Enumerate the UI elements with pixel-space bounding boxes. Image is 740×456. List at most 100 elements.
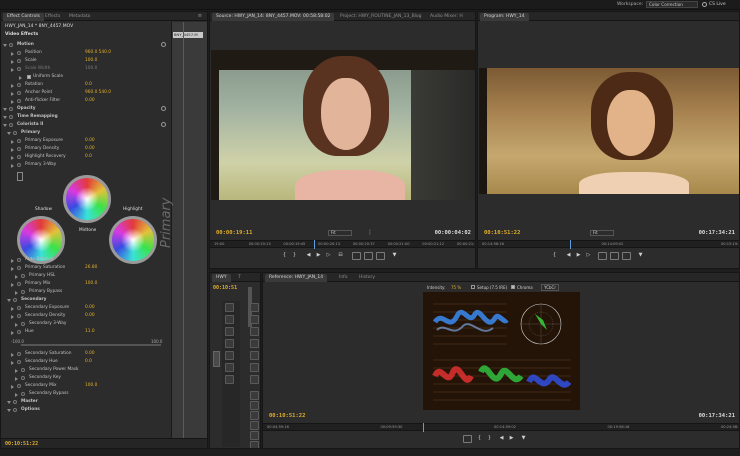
reference-step-forward-icon[interactable]: ▶: [507, 434, 516, 443]
disclosure-triangle-icon[interactable]: [11, 164, 14, 168]
tool-button[interactable]: [250, 411, 259, 420]
effect-row[interactable]: Motion: [1, 41, 169, 49]
tool-button[interactable]: [250, 363, 259, 372]
stopwatch-icon[interactable]: [17, 360, 21, 364]
ycbcr-dropdown[interactable]: YCbCr: [541, 284, 559, 291]
disclosure-triangle-icon[interactable]: [11, 84, 14, 88]
stopwatch-icon[interactable]: [17, 384, 21, 388]
stopwatch-icon[interactable]: [13, 400, 17, 404]
disclosure-triangle-icon[interactable]: [15, 377, 18, 381]
effect-row[interactable]: Master: [1, 398, 169, 406]
effect-row[interactable]: Anti-flicker Filter 0.00: [1, 97, 169, 105]
disclosure-triangle-icon[interactable]: [15, 369, 18, 373]
program-timecode-left[interactable]: 00:10:51:22: [484, 230, 520, 236]
insert-icon[interactable]: [352, 252, 361, 260]
disclosure-triangle-icon[interactable]: [15, 393, 18, 397]
reference-timecode-left[interactable]: 00:10:51:22: [269, 413, 305, 419]
stopwatch-icon[interactable]: [17, 59, 21, 63]
source-timecode-left[interactable]: 00:00:19:11: [216, 230, 252, 236]
effect-row[interactable]: Highlight Recovery 0.0: [1, 153, 169, 161]
stopwatch-icon[interactable]: [21, 376, 25, 380]
stopwatch-icon[interactable]: [17, 314, 21, 318]
selection-tool[interactable]: [213, 351, 220, 367]
primary-3way-icon[interactable]: [17, 172, 23, 181]
tab-t[interactable]: T: [234, 274, 245, 282]
tab-program[interactable]: Program: HWY_14: [480, 13, 529, 21]
disclosure-triangle-icon[interactable]: [11, 68, 14, 72]
disclosure-triangle-icon[interactable]: [11, 315, 14, 319]
disclosure-triangle-icon[interactable]: [11, 353, 14, 357]
effect-row-value[interactable]: 960.0 540.0: [85, 49, 111, 57]
step-back-icon[interactable]: ◀: [304, 251, 313, 260]
tool-button[interactable]: [250, 441, 259, 448]
source-playhead[interactable]: [314, 240, 315, 249]
effect-row-value[interactable]: 960.0 540.0: [85, 89, 111, 97]
shuttle-icon[interactable]: ⊟: [336, 251, 345, 260]
effect-row-value[interactable]: 100.0: [85, 280, 97, 288]
stopwatch-icon[interactable]: [17, 155, 21, 159]
tool-button[interactable]: [225, 315, 234, 324]
effect-row[interactable]: Secondary Power Mask: [1, 366, 169, 374]
effect-row[interactable]: Secondary: [1, 296, 169, 304]
stopwatch-icon[interactable]: [17, 282, 21, 286]
effect-row[interactable]: Primary: [1, 129, 169, 137]
stopwatch-icon[interactable]: [21, 322, 25, 326]
tool-button[interactable]: [225, 303, 234, 312]
tool-button[interactable]: [250, 303, 259, 312]
stopwatch-icon[interactable]: [17, 258, 21, 262]
stopwatch-icon[interactable]: [17, 51, 21, 55]
disclosure-triangle-icon[interactable]: [11, 307, 14, 311]
disclosure-triangle-icon[interactable]: [11, 140, 14, 144]
stopwatch-icon[interactable]: [17, 330, 21, 334]
source-time-ruler[interactable]: 19:00 00:00:19:13 00:00:19:45 00:00:20:13 00…: [210, 240, 475, 248]
tool-button[interactable]: [225, 327, 234, 336]
stopwatch-icon[interactable]: [17, 67, 21, 71]
mini-playhead[interactable]: [183, 22, 184, 448]
tool-button[interactable]: [250, 327, 259, 336]
disclosure-triangle-icon[interactable]: [11, 156, 14, 160]
stopwatch-icon[interactable]: [21, 290, 25, 294]
tool-button[interactable]: [250, 391, 259, 400]
cs-live-label[interactable]: CS Live: [709, 2, 726, 7]
disclosure-triangle-icon[interactable]: [11, 60, 14, 64]
tool-button[interactable]: [225, 363, 234, 372]
effect-row[interactable]: Secondary Exposure 0.00: [1, 304, 169, 312]
disclosure-triangle-icon[interactable]: [7, 132, 11, 135]
chroma-checkbox[interactable]: [511, 285, 515, 289]
effect-row[interactable]: Hue 11.0: [1, 328, 169, 336]
stopwatch-icon[interactable]: [17, 147, 21, 151]
disclosure-triangle-icon[interactable]: [11, 92, 14, 96]
tool-button[interactable]: [250, 401, 259, 410]
stopwatch-icon[interactable]: [17, 139, 21, 143]
reference-mark-out-icon[interactable]: }: [485, 434, 494, 443]
overwrite-icon[interactable]: [364, 252, 373, 260]
effect-row[interactable]: Primary Density 0.00: [1, 145, 169, 153]
effect-row[interactable]: Secondary Density 0.00: [1, 312, 169, 320]
stopwatch-icon[interactable]: [13, 298, 17, 302]
tab-audio-mixer[interactable]: Audio Mixer: H: [426, 13, 467, 21]
effect-row[interactable]: Primary Exposure 0.00: [1, 137, 169, 145]
mark-out-icon[interactable]: }: [290, 251, 299, 260]
program-output-icon[interactable]: ▼: [636, 251, 645, 260]
effect-row[interactable]: Uniform Scale: [1, 73, 169, 81]
effect-row[interactable]: Position 960.0 540.0: [1, 49, 169, 57]
stopwatch-icon[interactable]: [21, 274, 25, 278]
effect-row[interactable]: Time Remapping: [1, 113, 169, 121]
disclosure-triangle-icon[interactable]: [7, 401, 11, 404]
effect-row[interactable]: Auto Balance: [1, 256, 169, 264]
hue-slider[interactable]: [21, 344, 161, 346]
mark-in-icon[interactable]: {: [280, 251, 289, 260]
stopwatch-icon[interactable]: [21, 368, 25, 372]
cs-live-icon[interactable]: [702, 2, 707, 7]
tab-history[interactable]: History: [355, 274, 379, 282]
tool-button[interactable]: [250, 351, 259, 360]
effect-row-value[interactable]: 0.0: [85, 81, 92, 89]
tool-button[interactable]: [250, 431, 259, 440]
effect-row[interactable]: Secondary 3-Way: [1, 320, 169, 328]
panel-menu-icon[interactable]: ≡: [198, 13, 202, 19]
effect-row-value[interactable]: 0.00: [85, 350, 95, 358]
disclosure-triangle-icon[interactable]: [3, 108, 7, 111]
effect-row-value[interactable]: 11.0: [85, 328, 95, 336]
effect-row-value[interactable]: 0.00: [85, 145, 95, 153]
effect-controls-timecode[interactable]: 00:10:51:22: [5, 441, 38, 447]
